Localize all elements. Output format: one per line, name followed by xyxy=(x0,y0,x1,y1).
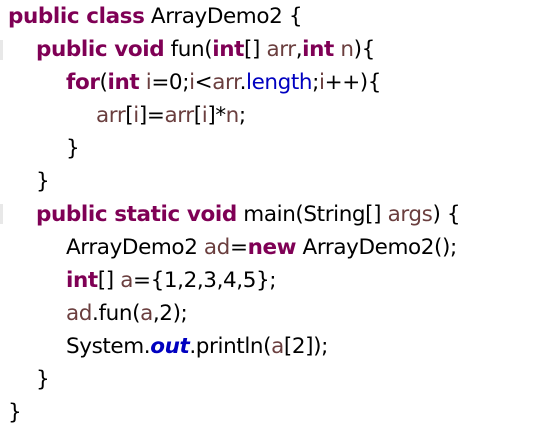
code-text: ArrayDemo2 { xyxy=(144,4,303,29)
code-text: ++){ xyxy=(324,70,382,95)
code-text: [] xyxy=(244,37,267,62)
code-variable: arr xyxy=(212,70,240,95)
code-keyword: public void xyxy=(36,37,165,62)
code-text: ArrayDemo2 xyxy=(66,235,204,260)
gutter-fold-marker xyxy=(0,40,3,60)
code-text: ; xyxy=(312,70,319,95)
code-keyword: int xyxy=(107,70,140,95)
code-text: ]* xyxy=(207,103,226,128)
code-text: ArrayDemo2(); xyxy=(296,235,458,260)
code-variable: arr xyxy=(96,103,126,128)
gutter-fold-marker xyxy=(0,204,3,224)
code-line-for-loop: for(int i=0;i<arr.length;i++){ xyxy=(66,66,381,99)
code-line-loop-body: arr[i]=arr[i]*n; xyxy=(96,99,246,132)
code-text: [] xyxy=(97,268,121,293)
code-text: .println( xyxy=(189,334,272,359)
code-line-fun-call: ad.fun(a,2); xyxy=(66,297,188,330)
code-text: ){ xyxy=(353,37,376,62)
code-line-array-init: int[] a={1,2,3,4,5}; xyxy=(66,264,277,297)
code-editor[interactable]: public class ArrayDemo2 { public void fu… xyxy=(0,0,554,431)
code-line-fun-close: } xyxy=(36,165,50,198)
code-text: =0; xyxy=(151,70,190,95)
code-keyword: int xyxy=(302,37,334,62)
code-text: } xyxy=(36,367,50,392)
code-text: } xyxy=(36,169,50,194)
code-text: } xyxy=(8,400,22,425)
code-line-loop-close: } xyxy=(66,132,80,165)
code-variable: arr xyxy=(266,37,296,62)
code-line-class-declaration: public class ArrayDemo2 { xyxy=(8,0,303,33)
code-line-main-close: } xyxy=(36,363,50,396)
code-text: main(String[] xyxy=(236,202,388,227)
code-text: [ xyxy=(193,103,202,128)
code-text: } xyxy=(66,136,80,161)
code-text: ) { xyxy=(432,202,461,227)
code-variable: args xyxy=(387,202,433,227)
code-text: ,2); xyxy=(152,301,188,326)
code-variable: a xyxy=(120,268,133,293)
code-keyword: for xyxy=(66,70,100,95)
code-text: < xyxy=(194,70,213,95)
code-field: length xyxy=(246,70,313,95)
code-variable: ad xyxy=(66,301,93,326)
code-text: ( xyxy=(99,70,108,95)
code-keyword: public class xyxy=(8,4,145,29)
code-text: ={1,2,3,4,5}; xyxy=(132,268,277,293)
code-variable: a xyxy=(271,334,284,359)
code-keyword: new xyxy=(247,235,297,260)
code-text: fun( xyxy=(164,37,213,62)
code-text: ; xyxy=(238,103,246,128)
code-line-class-close: } xyxy=(8,396,22,429)
code-text: .fun( xyxy=(92,301,141,326)
code-text: [2]); xyxy=(283,334,328,359)
code-line-fun-signature: public void fun(int[] arr,int n){ xyxy=(36,33,375,66)
code-variable: a xyxy=(140,301,153,326)
code-keyword: int xyxy=(66,268,98,293)
code-static-field: out xyxy=(150,334,190,359)
code-text: ]= xyxy=(138,103,165,128)
code-text: = xyxy=(229,235,248,260)
code-text: System. xyxy=(66,334,151,359)
code-keyword: int xyxy=(212,37,245,62)
code-line-println: System.out.println(a[2]); xyxy=(66,330,328,363)
code-variable: ad xyxy=(203,235,230,260)
code-variable: arr xyxy=(164,103,194,128)
code-variable: n xyxy=(340,37,354,62)
code-line-object-creation: ArrayDemo2 ad=new ArrayDemo2(); xyxy=(66,231,457,264)
code-keyword: public static void xyxy=(36,202,237,227)
code-line-main-signature: public static void main(String[] args) { xyxy=(36,198,461,231)
code-variable: n xyxy=(225,103,240,128)
